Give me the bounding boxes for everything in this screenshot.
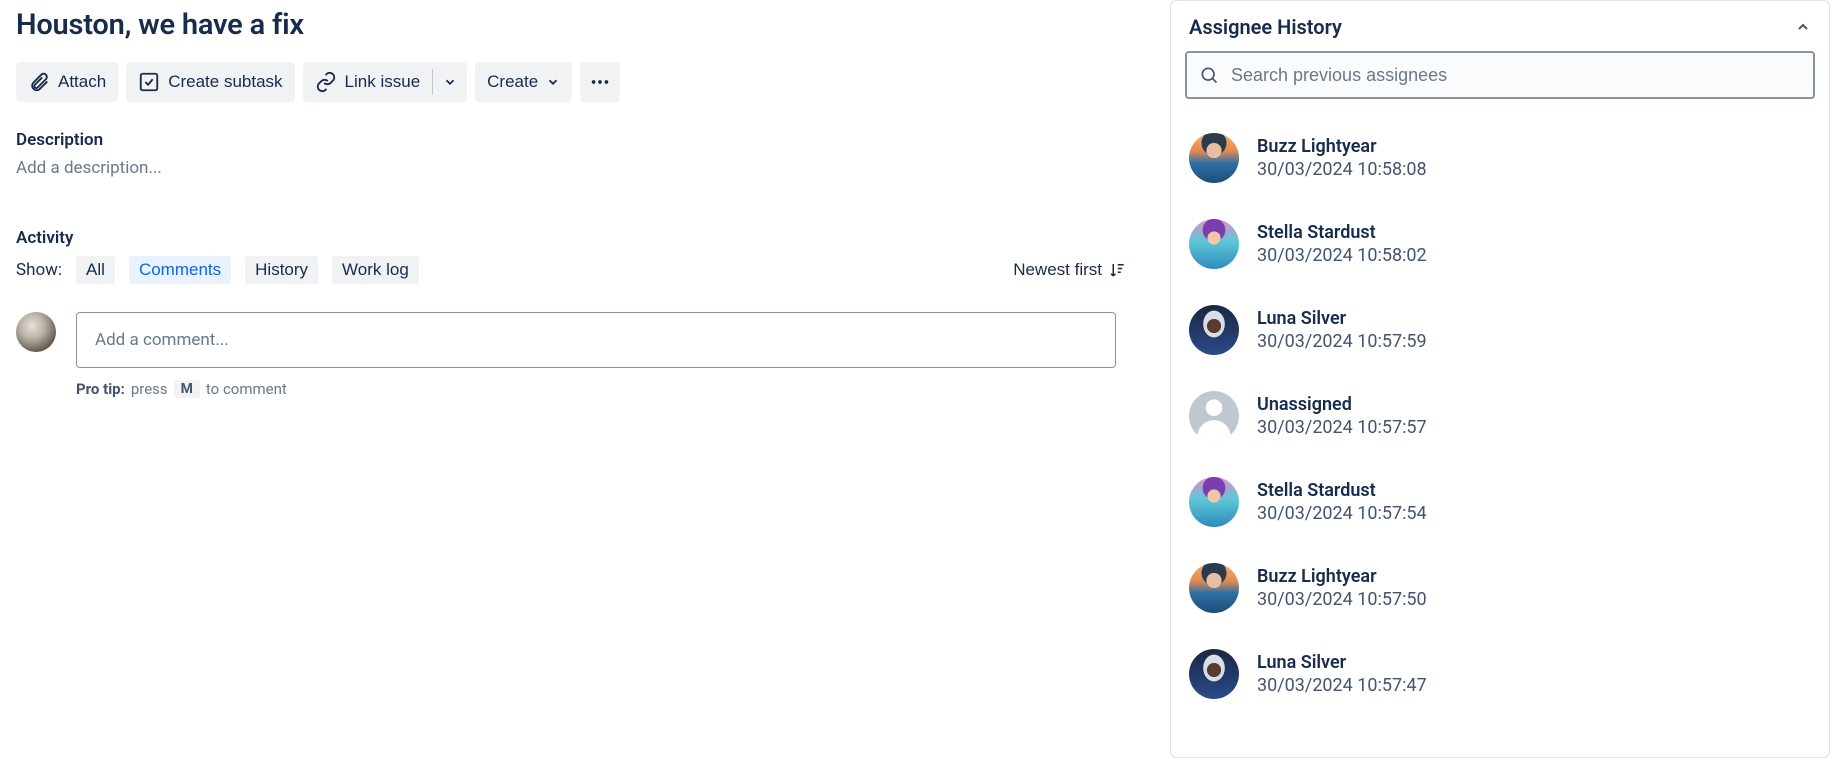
issue-main: Houston, we have a fix Attach Create sub… xyxy=(0,0,1170,765)
create-subtask-button[interactable]: Create subtask xyxy=(126,62,294,102)
assignee-entry-text: Stella Stardust30/03/2024 10:57:54 xyxy=(1257,479,1427,526)
pro-tip: Pro tip: press M to comment xyxy=(76,380,1154,398)
link-icon xyxy=(315,71,337,93)
create-label: Create xyxy=(487,72,538,92)
comment-row: Add a comment... xyxy=(16,312,1154,368)
more-icon xyxy=(589,71,611,93)
activity-label: Activity xyxy=(16,228,1154,248)
side-column: Assignee History Buzz Lightyear30/03/202… xyxy=(1170,0,1840,765)
attach-label: Attach xyxy=(58,72,106,92)
description-field[interactable]: Add a description... xyxy=(16,158,1154,178)
assignee-entry[interactable]: Unassigned30/03/2024 10:57:57 xyxy=(1185,381,1819,467)
assignee-name: Stella Stardust xyxy=(1257,479,1427,502)
pro-tip-key: M xyxy=(174,380,200,398)
assignee-timestamp: 30/03/2024 10:58:08 xyxy=(1257,158,1427,181)
assignee-entry[interactable]: Buzz Lightyear30/03/2024 10:57:50 xyxy=(1185,553,1819,639)
assignee-entry-text: Buzz Lightyear30/03/2024 10:58:08 xyxy=(1257,135,1427,182)
assignee-timestamp: 30/03/2024 10:57:50 xyxy=(1257,588,1427,611)
assignee-entry-text: Luna Silver30/03/2024 10:57:59 xyxy=(1257,307,1427,354)
assignee-entry[interactable]: Stella Stardust30/03/2024 10:57:54 xyxy=(1185,467,1819,553)
activity-filter-row: Show: All Comments History Work log Newe… xyxy=(16,256,1126,284)
assignee-timestamp: 30/03/2024 10:58:02 xyxy=(1257,244,1427,267)
tab-worklog[interactable]: Work log xyxy=(332,256,419,284)
chevron-up-icon[interactable] xyxy=(1795,19,1811,35)
assignee-entry[interactable]: Stella Stardust30/03/2024 10:58:02 xyxy=(1185,209,1819,295)
user-avatar xyxy=(1189,563,1239,613)
search-icon xyxy=(1199,65,1219,85)
panel-title: Assignee History xyxy=(1189,15,1342,39)
create-subtask-label: Create subtask xyxy=(168,72,282,92)
show-label: Show: xyxy=(16,260,62,280)
tab-all[interactable]: All xyxy=(76,256,115,284)
chevron-down-icon xyxy=(443,75,457,89)
assignee-timestamp: 30/03/2024 10:57:57 xyxy=(1257,416,1427,439)
search-wrap xyxy=(1171,51,1829,109)
user-avatar xyxy=(1189,305,1239,355)
assignee-entry[interactable]: Luna Silver30/03/2024 10:57:47 xyxy=(1185,639,1819,725)
assignee-name: Luna Silver xyxy=(1257,307,1427,330)
user-avatar xyxy=(1189,219,1239,269)
assignee-name: Buzz Lightyear xyxy=(1257,565,1427,588)
link-issue-label: Link issue xyxy=(345,72,421,92)
assignee-timestamp: 30/03/2024 10:57:54 xyxy=(1257,502,1427,525)
assignee-timestamp: 30/03/2024 10:57:59 xyxy=(1257,330,1427,353)
pro-tip-press: press xyxy=(131,380,168,398)
issue-title[interactable]: Houston, we have a fix xyxy=(16,8,1154,42)
link-issue-dropdown[interactable] xyxy=(433,62,467,102)
assignee-entry-text: Buzz Lightyear30/03/2024 10:57:50 xyxy=(1257,565,1427,612)
user-avatar xyxy=(1189,649,1239,699)
sort-label: Newest first xyxy=(1013,260,1102,280)
search-box[interactable] xyxy=(1185,51,1815,99)
sort-button[interactable]: Newest first xyxy=(1013,260,1126,280)
assignee-timestamp: 30/03/2024 10:57:47 xyxy=(1257,674,1427,697)
user-avatar xyxy=(1189,477,1239,527)
assignee-list[interactable]: Buzz Lightyear30/03/2024 10:58:08Stella … xyxy=(1171,109,1829,757)
chevron-down-icon xyxy=(546,75,560,89)
user-avatar xyxy=(1189,133,1239,183)
more-actions-button[interactable] xyxy=(580,62,620,102)
assignee-entry[interactable]: Buzz Lightyear30/03/2024 10:58:08 xyxy=(1185,123,1819,209)
pro-tip-suffix: to comment xyxy=(206,380,287,398)
pro-tip-prefix: Pro tip: xyxy=(76,380,125,398)
assignee-name: Buzz Lightyear xyxy=(1257,135,1427,158)
description-label: Description xyxy=(16,130,1154,150)
assignee-name: Luna Silver xyxy=(1257,651,1427,674)
assignee-name: Unassigned xyxy=(1257,393,1427,416)
create-button[interactable]: Create xyxy=(475,62,572,102)
current-user-avatar[interactable] xyxy=(16,312,56,352)
link-issue-split: Link issue xyxy=(303,62,468,102)
link-issue-button[interactable]: Link issue xyxy=(303,62,433,102)
comment-input[interactable]: Add a comment... xyxy=(76,312,1116,368)
panel-header[interactable]: Assignee History xyxy=(1171,1,1829,51)
subtask-icon xyxy=(138,71,160,93)
assignee-history-panel: Assignee History Buzz Lightyear30/03/202… xyxy=(1170,0,1830,758)
assignee-entry[interactable]: Luna Silver30/03/2024 10:57:59 xyxy=(1185,295,1819,381)
issue-toolbar: Attach Create subtask Link issue xyxy=(16,62,1154,102)
tab-comments[interactable]: Comments xyxy=(129,256,231,284)
assignee-name: Stella Stardust xyxy=(1257,221,1427,244)
attach-button[interactable]: Attach xyxy=(16,62,118,102)
assignee-entry-text: Luna Silver30/03/2024 10:57:47 xyxy=(1257,651,1427,698)
sort-desc-icon xyxy=(1108,261,1126,279)
tab-history[interactable]: History xyxy=(245,256,318,284)
paperclip-icon xyxy=(28,71,50,93)
assignee-entry-text: Stella Stardust30/03/2024 10:58:02 xyxy=(1257,221,1427,268)
search-input[interactable] xyxy=(1231,65,1801,86)
assignee-entry-text: Unassigned30/03/2024 10:57:57 xyxy=(1257,393,1427,440)
unassigned-avatar-icon xyxy=(1189,391,1239,441)
comment-placeholder: Add a comment... xyxy=(95,330,229,350)
